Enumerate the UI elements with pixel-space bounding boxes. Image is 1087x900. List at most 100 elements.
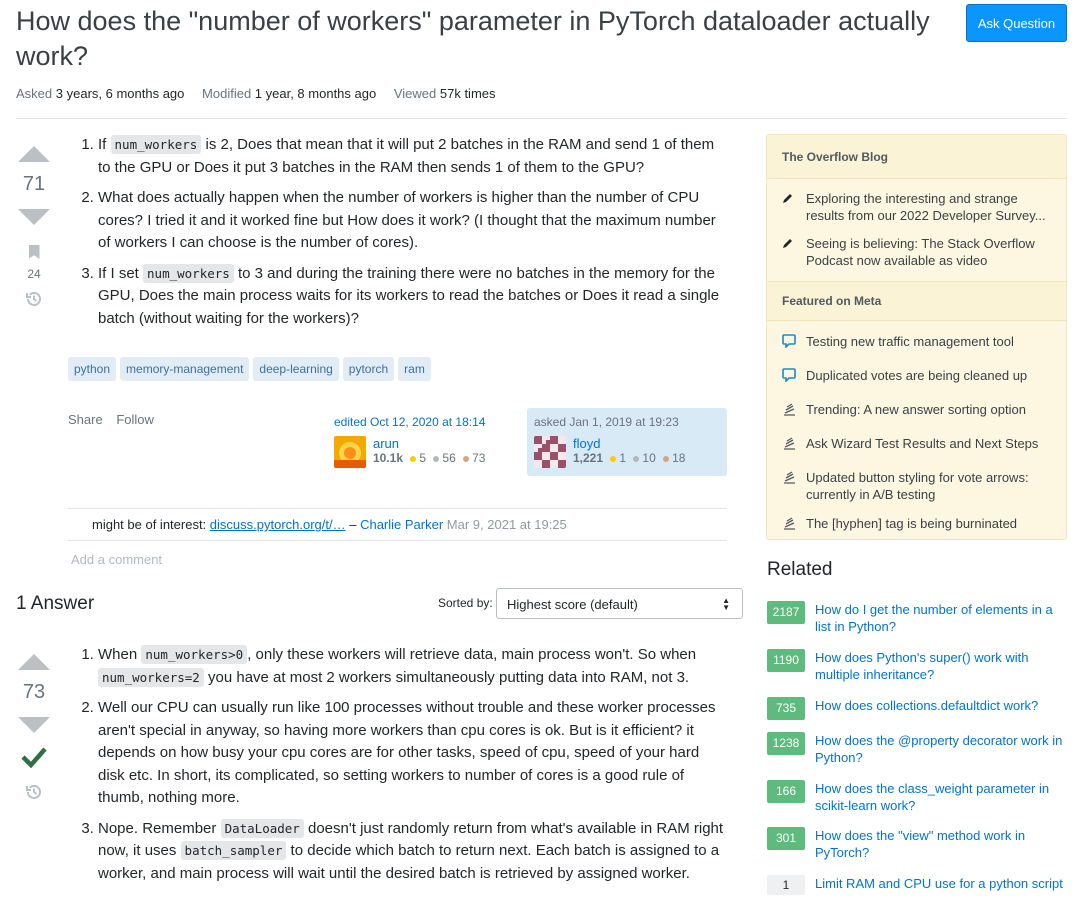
gold-badge-icon: [610, 455, 617, 462]
gold-badge-icon: [410, 455, 417, 462]
related-item: 1 Limit RAM and CPU use for a python scr…: [767, 875, 1067, 895]
asker-reputation: 1,221: [573, 451, 604, 465]
comment-link[interactable]: discuss.pytorch.org/t/…: [210, 517, 346, 532]
history-icon[interactable]: [25, 783, 43, 801]
related-item: 1190 How does Python's super() work with…: [767, 649, 1067, 683]
meta-item[interactable]: Testing new traffic management tool: [767, 333, 1066, 352]
avatar[interactable]: [534, 436, 566, 468]
sort-caret-icon: ▲ ▼: [722, 596, 730, 612]
upvote-arrow-icon[interactable]: [18, 654, 50, 670]
related-link[interactable]: How do I get the number of elements in a…: [815, 601, 1067, 635]
meta-item[interactable]: Ask Wizard Test Results and Next Steps: [767, 435, 1066, 454]
related-link[interactable]: How does the class_weight parameter in s…: [815, 780, 1067, 814]
add-comment-link[interactable]: Add a comment: [71, 552, 162, 567]
answers-count-header: 1 Answer: [16, 593, 95, 614]
modified-label: Modified: [202, 86, 252, 101]
share-link[interactable]: Share: [68, 412, 103, 427]
related-link[interactable]: How does the @property decorator work in…: [815, 732, 1067, 766]
related-link[interactable]: How does the "view" method work in PyTor…: [815, 827, 1067, 861]
answer-point: Well our CPU can usually run like 100 pr…: [98, 697, 730, 810]
related-item: 1238 How does the @property decorator wo…: [767, 732, 1067, 766]
question-point: If num_workers is 2, Does that mean that…: [98, 134, 730, 179]
related-score: 301: [767, 827, 805, 850]
upvote-arrow-icon[interactable]: [18, 146, 50, 162]
question-body: If num_workers is 2, Does that mean that…: [68, 134, 730, 338]
tag-python[interactable]: python: [68, 357, 117, 381]
follow-link[interactable]: Follow: [116, 412, 154, 427]
sort-select[interactable]: Highest score (default) ▲ ▼: [496, 588, 743, 619]
viewed-label: Viewed: [393, 86, 437, 101]
stack-icon: [784, 471, 795, 484]
viewed-value: 57k times: [439, 86, 496, 101]
meta-item[interactable]: Duplicated votes are being cleaned up: [767, 367, 1066, 386]
ask-question-button[interactable]: Ask Question: [966, 4, 1067, 42]
related-link[interactable]: How does Python's super() work with mult…: [815, 649, 1067, 683]
blog-header: The Overflow Blog: [767, 135, 1066, 179]
related-item: 735 How does collections.defaultdict wor…: [767, 697, 1067, 720]
avatar[interactable]: [334, 436, 366, 468]
edited-signature: edited Oct 12, 2020 at 18:14 arun 10.1k …: [334, 408, 485, 468]
meta-item[interactable]: The [hyphen] tag is being burninated: [767, 515, 1066, 534]
question-score: 71: [22, 173, 46, 195]
related-link[interactable]: Limit RAM and CPU use for a python scrip…: [815, 875, 1063, 895]
related-link[interactable]: How does collections.defaultdict work?: [815, 697, 1038, 720]
blog-item[interactable]: Exploring the interesting and strange re…: [767, 190, 1066, 224]
comment: might be of interest: discuss.pytorch.or…: [68, 509, 727, 541]
comment-date: Mar 9, 2021 at 19:25: [446, 517, 567, 532]
asked-value[interactable]: 3 years, 6 months ago: [56, 86, 185, 101]
bronze-badge-icon: [463, 455, 470, 462]
question-vote-column: 71 24: [14, 146, 54, 308]
answer-point: Nope. Remember DataLoader doesn't just r…: [98, 818, 730, 886]
related-score: 2187: [767, 601, 805, 624]
asker-username[interactable]: floyd: [573, 436, 685, 451]
inline-code: num_workers>0: [141, 645, 248, 664]
asked-label: Asked: [16, 86, 53, 101]
related-header: Related: [767, 559, 833, 580]
related-score: 735: [767, 697, 805, 720]
stack-icon: [784, 437, 795, 450]
modified-value[interactable]: 1 year, 8 months ago: [255, 86, 376, 101]
bronze-badge-icon: [663, 455, 670, 462]
answer-point: When num_workers>0, only these workers w…: [98, 644, 730, 689]
question-title[interactable]: How does the "number of workers" paramet…: [16, 4, 946, 74]
meta-item[interactable]: Updated button styling for vote arrows: …: [767, 469, 1066, 503]
history-icon[interactable]: [25, 290, 43, 308]
accepted-checkmark-icon: [21, 747, 47, 769]
stack-icon: [784, 517, 795, 530]
comment-user[interactable]: Charlie Parker: [360, 517, 443, 532]
downvote-arrow-icon[interactable]: [18, 209, 50, 225]
post-actions: Share Follow: [68, 412, 164, 427]
question-meta: Asked 3 years, 6 months ago Modified 1 y…: [16, 86, 510, 101]
inline-code: batch_sampler: [180, 841, 287, 860]
chat-bubble-icon: [782, 368, 796, 383]
bookmark-count: 24: [27, 267, 41, 281]
answer-score: 73: [22, 681, 46, 703]
inline-code: num_workers: [110, 135, 202, 154]
answer-vote-column: 73: [14, 654, 54, 801]
inline-code: num_workers: [143, 263, 234, 283]
sort-value: Highest score (default): [507, 597, 638, 612]
pencil-icon: [783, 194, 792, 203]
related-score: 1238: [767, 732, 805, 755]
sidebar-widget: The Overflow Blog Exploring the interest…: [766, 134, 1067, 540]
chat-bubble-icon: [782, 334, 796, 349]
tag-ram[interactable]: ram: [398, 357, 431, 381]
inline-code: num_workers=2: [98, 667, 204, 687]
meta-item[interactable]: Trending: A new answer sorting option: [767, 401, 1066, 420]
inline-code: DataLoader: [220, 818, 304, 838]
related-score: 166: [767, 780, 805, 803]
related-score: 1190: [767, 649, 805, 672]
downvote-arrow-icon[interactable]: [18, 717, 50, 733]
related-item: 2187 How do I get the number of elements…: [767, 601, 1067, 635]
asked-signature: asked Jan 1, 2019 at 19:23 floyd 1,221 1…: [527, 408, 727, 476]
related-item: 166 How does the class_weight parameter …: [767, 780, 1067, 814]
tag-pytorch[interactable]: pytorch: [342, 357, 395, 381]
editor-username[interactable]: arun: [373, 436, 485, 451]
tag-deep-learning[interactable]: deep-learning: [253, 357, 339, 381]
question-point: If I set num_workers to 3 and during the…: [98, 263, 730, 331]
tag-memory-management[interactable]: memory-management: [120, 357, 250, 381]
edited-timestamp[interactable]: edited Oct 12, 2020 at 18:14: [334, 415, 485, 429]
editor-reputation: 10.1k: [373, 451, 404, 465]
blog-item[interactable]: Seeing is believing: The Stack Overflow …: [767, 235, 1066, 269]
bookmark-icon[interactable]: [28, 245, 40, 259]
